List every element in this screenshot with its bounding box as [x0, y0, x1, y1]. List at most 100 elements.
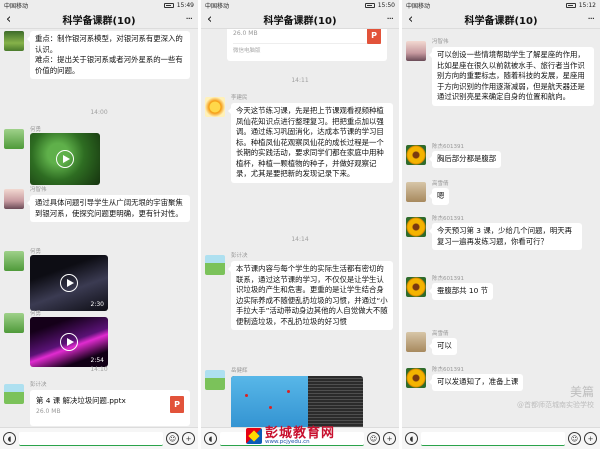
brand-logo-block: 彭城教育网 www.pcjyedu.cn [246, 425, 335, 447]
message-bubble[interactable]: 今天预习第 3 课，少给几个问题，明天再复习一遍再发练习题，你看可行？ [429, 223, 582, 250]
file-message[interactable]: 26.0 MB P 微信电脑版 [227, 29, 387, 61]
chat-area[interactable]: 重点：制作银河系模型，对银河系有更深入的认识。 难点：提出关于银河系或者河外星系… [0, 29, 198, 427]
avatar[interactable] [406, 368, 426, 388]
message: 李建民 今天这节练习课，先是把上节课观看视频种植凤仙花知识点进行整理复习。把把重… [205, 93, 395, 243]
clock-label: 15:50 [377, 2, 395, 9]
message-bubble[interactable]: 蚕腹部共 10 节 [428, 283, 494, 300]
chat-area[interactable]: 26.0 MB P 微信电脑版 14:11 李建民 今天这节练习课，先是把上节课… [201, 29, 399, 427]
play-icon[interactable] [60, 274, 78, 292]
sender-name: 冯智伟 [30, 187, 47, 193]
voice-icon[interactable]: ◖ [405, 432, 418, 445]
back-icon[interactable]: ‹ [6, 12, 20, 27]
sender-name: 李建民 [231, 95, 248, 101]
status-bar: 中国移动 15:50 [201, 0, 399, 11]
chat-area[interactable]: 冯智伟 可以创设一些情境帮助学生了解星座的作用，比如星座在很久以前就被水手、旅行… [402, 29, 600, 427]
emoji-icon[interactable]: ☺ [568, 432, 581, 445]
message: 陈杰601391 蚕腹部共 10 节 [406, 274, 596, 304]
timestamp: 14:14 [291, 236, 309, 243]
message: 高雪倩 可以 [406, 329, 596, 359]
more-icon[interactable]: ··· [178, 14, 193, 25]
message-bubble[interactable]: 嗯 [428, 188, 450, 205]
image-message[interactable] [231, 376, 363, 427]
voice-icon[interactable]: ◖ [204, 432, 217, 445]
video-duration: 2:54 [90, 357, 104, 364]
carrier-label: 中国移动 [205, 3, 230, 10]
avatar[interactable] [406, 332, 426, 352]
image-marker [269, 406, 272, 409]
sender-name: 岳健辉 [231, 368, 248, 374]
file-name: 第 4 课 解决垃圾问题.pptx [36, 396, 126, 405]
status-bar: 中国移动 15:49 [0, 0, 198, 11]
timestamp: 14:00 [90, 109, 108, 116]
avatar[interactable] [205, 255, 225, 275]
avatar[interactable] [406, 145, 426, 165]
voice-icon[interactable]: ◖ [3, 432, 16, 445]
message: 陈杰601391 胸后部分都是腹部 [406, 142, 596, 172]
message-bubble[interactable]: 可以 [429, 338, 457, 355]
chat-title: 科学备课群(10) [62, 16, 136, 27]
plus-icon[interactable]: + [182, 432, 195, 445]
message-bubble[interactable]: 胸后部分都是腹部 [428, 151, 502, 168]
sender-name: 彭计决 [231, 253, 248, 259]
message-bubble[interactable]: 今天这节练习课，先是把上节课观看视频种植凤仙花知识点进行整理复习。把把重点加以强… [228, 103, 393, 183]
back-icon[interactable]: ‹ [207, 12, 221, 27]
image-marker [245, 394, 248, 397]
sender-name: 陈杰601391 [432, 216, 464, 222]
video-message[interactable] [30, 133, 100, 185]
sender-name: 高雪倩 [432, 331, 449, 337]
message-bubble[interactable]: 重点：制作银河系模型，对银河系有更深入的认识。 难点：提出关于银河系或者河外星系… [27, 31, 190, 79]
file-size: 26.0 MB [233, 30, 258, 37]
avatar[interactable] [4, 31, 24, 51]
clock-label: 15:12 [578, 2, 596, 9]
battery-icon [163, 3, 174, 8]
message-bubble[interactable]: 可以创设一些情境帮助学生了解星座的作用，比如星座在很久以前就被水手、旅行者当作识… [429, 47, 594, 106]
ppt-file-icon: P [367, 29, 381, 44]
message: 彭计决 第 4 课 解决垃圾问题.pptx 26.0 MB P [4, 380, 194, 427]
file-message[interactable]: 第 4 课 解决垃圾问题.pptx 26.0 MB P [30, 390, 190, 426]
message: 岳健辉 [205, 366, 395, 427]
sender-name: 陈杰601391 [432, 276, 464, 282]
avatar[interactable] [4, 129, 24, 149]
message-input[interactable] [421, 431, 565, 446]
avatar[interactable] [406, 182, 426, 202]
message-input[interactable] [19, 431, 163, 446]
avatar[interactable] [205, 97, 225, 117]
avatar[interactable] [406, 41, 426, 61]
back-icon[interactable]: ‹ [408, 12, 422, 27]
message: 冯智伟 可以创设一些情境帮助学生了解星座的作用，比如星座在很久以前就被水手、旅行… [406, 37, 596, 152]
message-bubble[interactable]: 通过具体问题引导学生从广阔无垠的宇宙聚焦到银河系，使探究问题更明确，更有针对性。 [27, 195, 190, 222]
ppt-file-icon: P [170, 396, 184, 413]
sender-name: 陈杰601391 [432, 144, 464, 150]
avatar[interactable] [406, 217, 426, 237]
plus-icon[interactable]: + [383, 432, 396, 445]
sender-name: 何勇 [30, 127, 42, 133]
image-marker [287, 390, 290, 393]
message-bubble[interactable]: 可以发通知了，准备上课 [428, 374, 524, 391]
avatar[interactable] [4, 384, 24, 404]
avatar[interactable] [406, 277, 426, 297]
more-icon[interactable]: ··· [580, 14, 595, 25]
plus-icon[interactable]: + [584, 432, 597, 445]
file-source: 微信电脑版 [233, 43, 381, 54]
play-icon[interactable] [60, 333, 78, 351]
avatar[interactable] [205, 370, 225, 390]
carrier-label: 中国移动 [4, 3, 29, 10]
avatar[interactable] [4, 189, 24, 209]
sender-name: 陈杰601391 [432, 367, 464, 373]
brand-logo-icon [246, 428, 262, 444]
video-message[interactable]: 2:30 [30, 255, 108, 311]
status-bar: 中国移动 15:12 [402, 0, 600, 11]
sender-name: 彭计决 [30, 382, 47, 388]
avatar[interactable] [4, 313, 24, 333]
message-bubble[interactable]: 本节课内容与每个学生的实际生活都有密切的联系，通过这节课的学习，不仅仅是让学生认… [228, 261, 393, 330]
play-icon[interactable] [56, 150, 74, 168]
emoji-icon[interactable]: ☺ [367, 432, 380, 445]
phone-screen-3: 中国移动 15:12 ‹ 科学备课群(10) ··· 冯智伟 可以创设一些情境帮… [402, 0, 600, 449]
sender-name: 何勇 [30, 311, 42, 317]
message: 高雪倩 嗯 [406, 179, 596, 209]
more-icon[interactable]: ··· [379, 14, 394, 25]
avatar[interactable] [4, 251, 24, 271]
video-message[interactable]: 2:54 [30, 317, 108, 367]
emoji-icon[interactable]: ☺ [166, 432, 179, 445]
input-bar: ◖ ☺ + [402, 427, 600, 449]
